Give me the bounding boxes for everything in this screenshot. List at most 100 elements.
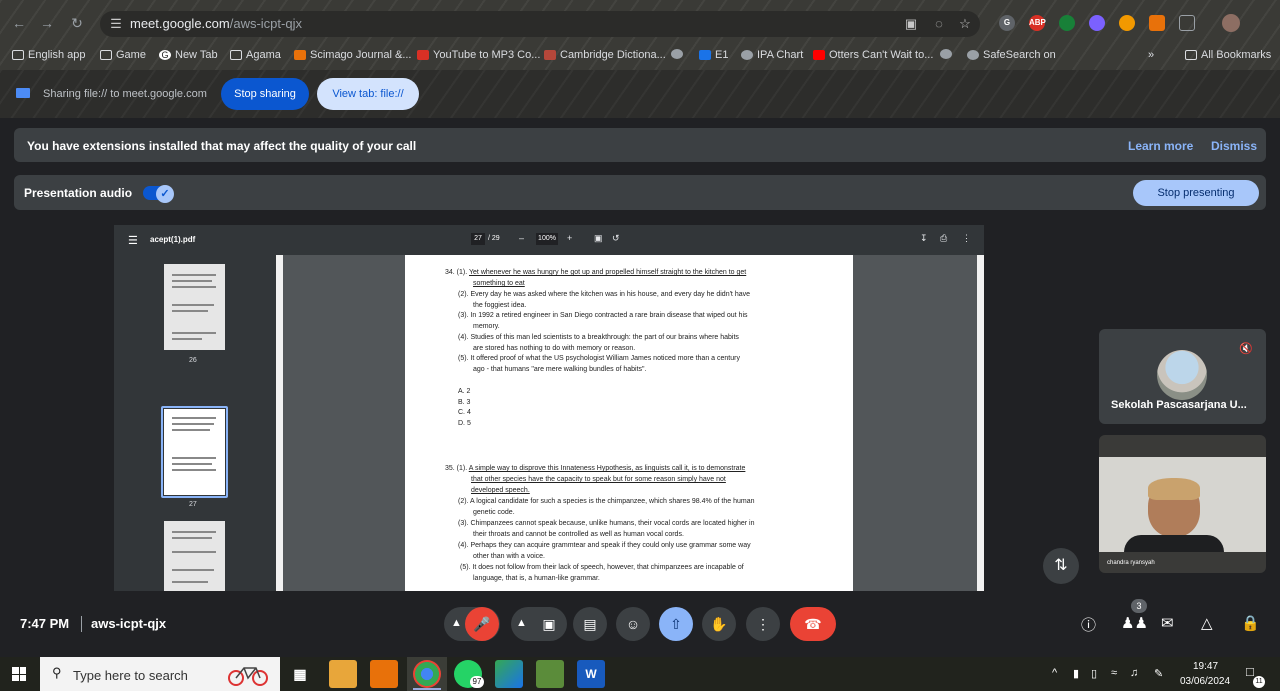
zoom-out-icon[interactable]: – (519, 233, 524, 243)
presentation-audio-label: Presentation audio (24, 186, 133, 200)
bookmark-scimago[interactable]: Scimago Journal &... (294, 49, 412, 61)
check-icon[interactable]: ✓ (156, 185, 174, 203)
extension-green-icon[interactable] (1059, 15, 1075, 31)
page-number-input[interactable]: 27 (471, 233, 485, 245)
zoom-input[interactable]: 100% (536, 233, 558, 245)
avatar (1157, 350, 1207, 400)
wifi-icon[interactable]: ≈ (1111, 667, 1117, 679)
app-paint-icon[interactable] (536, 660, 564, 688)
bookmarks-bar: English app Game G New Tab Agama Scimago … (0, 44, 1280, 68)
page-thumbnail-selected[interactable] (164, 409, 225, 495)
learn-more-link[interactable]: Learn more (1128, 139, 1193, 153)
q35-line-3b: their throats and cannot be controlled a… (473, 531, 684, 538)
camera-icon[interactable]: ▣ (902, 15, 920, 33)
globe-icon (671, 49, 683, 59)
word-icon[interactable]: W (577, 660, 605, 688)
bookmarks-overflow-icon[interactable]: » (1148, 49, 1154, 61)
activities-icon[interactable]: △ (1201, 614, 1213, 632)
fit-page-icon[interactable]: ▣ (594, 233, 603, 244)
store-app-icon[interactable] (370, 660, 398, 688)
q34-line-2: (2). Every day he was asked where the ki… (458, 291, 751, 298)
bookmark-e1[interactable]: E1 (699, 49, 728, 61)
notifications-icon[interactable]: □ (1246, 664, 1254, 679)
leave-call-button[interactable]: ☎ (790, 607, 836, 641)
task-view-icon[interactable]: ▦ (286, 660, 314, 688)
extension-orange-icon[interactable] (1119, 15, 1135, 31)
q35-line-4b: other than with a voice. (473, 553, 545, 560)
info-icon[interactable]: ⓘ (1081, 614, 1096, 635)
extension-color-icon[interactable] (1089, 15, 1105, 31)
globe-icon (940, 49, 952, 59)
url-text[interactable]: meet.google.com/aws-icpt-qjx (130, 16, 302, 31)
file-explorer-icon[interactable] (329, 660, 357, 688)
page-thumbnail[interactable] (164, 264, 225, 350)
q35-line-1c: developed speech. (471, 487, 530, 494)
more-options-button[interactable]: ⋮ (746, 607, 780, 641)
tray-device-icon[interactable]: ▮ (1073, 667, 1079, 680)
dismiss-button[interactable]: Dismiss (1211, 139, 1257, 153)
extension-g-icon[interactable]: G (999, 15, 1015, 31)
people-icon[interactable]: ♟♟ (1121, 614, 1148, 632)
bookmark-otters[interactable]: Otters Can't Wait to... (813, 49, 933, 61)
bookmark-safesearch[interactable]: SafeSearch on (967, 49, 1056, 61)
folder-icon (100, 50, 112, 60)
battery-icon[interactable]: ▯ (1091, 667, 1097, 680)
page-total: / 29 (488, 235, 500, 242)
taskbar-date[interactable]: 03/06/2024 (1180, 676, 1230, 687)
chevron-up-icon[interactable]: ▲ (451, 617, 462, 629)
view-tab-button[interactable]: View tab: file:// (317, 78, 419, 110)
bookmark-cambridge[interactable]: Cambridge Dictiona... (544, 49, 666, 61)
host-controls-icon[interactable]: 🔒 (1241, 614, 1260, 632)
bookmark-english-app[interactable]: English app (12, 49, 86, 61)
captions-button[interactable]: ▤ (573, 607, 607, 641)
star-icon[interactable]: ☆ (956, 15, 974, 33)
chat-icon[interactable]: ✉ (1161, 614, 1174, 632)
menu-icon[interactable]: ☰ (128, 234, 138, 247)
pen-icon[interactable]: ✎ (1154, 667, 1163, 680)
zoom-in-icon[interactable]: + (567, 233, 572, 243)
document-scrollbar[interactable] (977, 255, 984, 591)
bookmark-ipa-chart[interactable]: IPA Chart (741, 49, 803, 61)
volume-icon[interactable]: ♫ (1130, 667, 1138, 679)
bookmark-globe-2[interactable] (940, 49, 952, 59)
swap-layout-button[interactable]: ⇅ (1043, 548, 1079, 584)
mic-off-button[interactable]: 🎤 (465, 607, 499, 641)
rotate-icon[interactable]: ↺ (612, 233, 620, 244)
profile-avatar[interactable] (1222, 14, 1240, 32)
extension-square-icon[interactable] (1149, 15, 1165, 31)
search-icon: ⚲ (52, 665, 62, 680)
download-icon[interactable]: ↧ (920, 233, 928, 244)
reload-icon[interactable]: ↻ (68, 14, 86, 32)
stop-presenting-button[interactable]: Stop presenting (1133, 180, 1259, 206)
bookmark-globe[interactable] (671, 49, 683, 59)
app-globe-icon[interactable] (495, 660, 523, 688)
camera-button[interactable]: ▣ (532, 607, 566, 641)
forward-icon[interactable]: → (38, 14, 56, 32)
back-icon[interactable]: ← (10, 14, 28, 32)
cambridge-icon (544, 50, 556, 60)
windows-start-icon[interactable] (12, 667, 26, 681)
adblock-icon[interactable]: ABP (1029, 15, 1046, 31)
present-button[interactable]: ⇧ (659, 607, 693, 641)
bookmark-youtube-mp3[interactable]: YouTube to MP3 Co... (417, 49, 540, 61)
page-thumbnail[interactable] (164, 521, 225, 591)
q35-line-3: (3). Chimpanzees cannot speak because, u… (458, 520, 755, 527)
extensions-puzzle-icon[interactable] (1179, 15, 1195, 31)
raise-hand-button[interactable]: ✋ (702, 607, 736, 641)
bookmark-game[interactable]: Game (100, 49, 146, 61)
more-options-icon[interactable]: ⋮ (962, 233, 971, 244)
bookmark-new-tab[interactable]: G New Tab (159, 49, 218, 61)
bookmark-agama[interactable]: Agama (230, 49, 281, 61)
print-icon[interactable]: ⎙ (940, 233, 947, 244)
eye-off-icon[interactable]: ◌ (930, 15, 948, 33)
taskbar-time[interactable]: 19:47 (1193, 661, 1218, 672)
tray-overflow-icon[interactable]: ^ (1052, 667, 1057, 679)
chrome-icon[interactable] (413, 660, 441, 688)
site-settings-icon[interactable]: ☰ (107, 15, 125, 33)
chevron-up-icon[interactable]: ▲ (516, 617, 527, 629)
thumbnail-scrollbar[interactable] (276, 255, 283, 591)
stop-sharing-button[interactable]: Stop sharing (221, 78, 309, 110)
emoji-button[interactable]: ☺ (616, 607, 650, 641)
all-bookmarks[interactable]: All Bookmarks (1185, 49, 1271, 61)
participant-name: Sekolah Pascasarjana U... (1111, 399, 1247, 411)
